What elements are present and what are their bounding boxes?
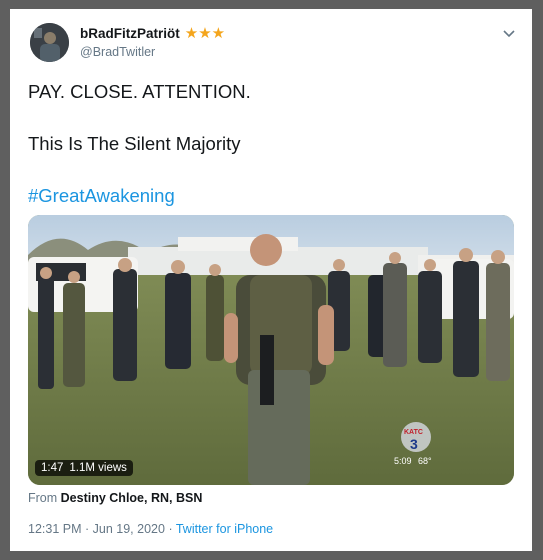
- tweet-metadata: 12:31 PM · Jun 19, 2020 · Twitter for iP…: [28, 522, 273, 536]
- avatar[interactable]: [30, 23, 69, 62]
- video-player[interactable]: KATC 3 5:09 68° 1:47 1.1M views: [28, 215, 514, 485]
- attribution-source-link[interactable]: Destiny Chloe, RN, BSN: [61, 491, 203, 505]
- meta-separator: ·: [85, 522, 90, 536]
- video-views: 1.1M views: [69, 462, 127, 474]
- client-source-link[interactable]: Twitter for iPhone: [176, 522, 273, 536]
- tweet-text-line-2: This Is The Silent Majority: [28, 133, 241, 154]
- chevron-down-icon[interactable]: [502, 26, 516, 40]
- tweet-date[interactable]: Jun 19, 2020: [93, 522, 165, 536]
- tweet-card: bRadFitzPatriöt ★★★ @BradTwitler PAY. CL…: [10, 9, 532, 551]
- media-attribution: From Destiny Chloe, RN, BSN: [28, 491, 202, 505]
- author-name-row[interactable]: bRadFitzPatriöt ★★★: [80, 26, 225, 41]
- user-handle[interactable]: @BradTwitler: [80, 45, 155, 59]
- tweet-time[interactable]: 12:31 PM: [28, 522, 82, 536]
- overlay-temp: 68°: [418, 456, 432, 466]
- star-badge-icon: ★★★: [184, 25, 226, 42]
- hashtag-link[interactable]: #GreatAwakening: [28, 185, 508, 207]
- channel-logo-text: KATC: [404, 429, 423, 436]
- meta-dot: ·: [168, 522, 173, 536]
- video-thumbnail: KATC 3 5:09 68°: [28, 215, 514, 485]
- video-info-badge: 1:47 1.1M views: [35, 460, 133, 476]
- overlay-time: 5:09: [394, 456, 412, 466]
- video-duration: 1:47: [41, 462, 64, 474]
- display-name[interactable]: bRadFitzPatriöt: [80, 26, 180, 41]
- channel-number: 3: [410, 436, 418, 452]
- attribution-prefix: From: [28, 491, 58, 505]
- tweet-text-line-1: PAY. CLOSE. ATTENTION.: [28, 81, 251, 102]
